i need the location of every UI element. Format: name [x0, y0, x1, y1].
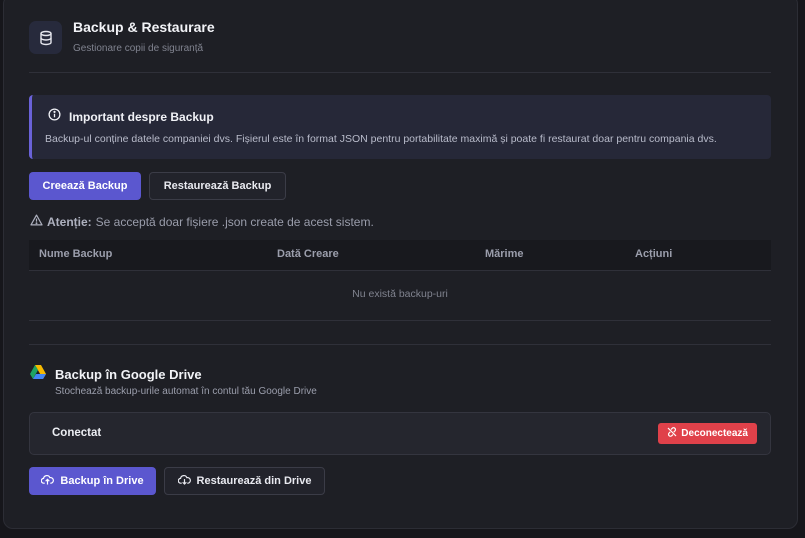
create-backup-label: Creează Backup — [42, 180, 128, 192]
cloud-upload-icon — [41, 474, 55, 488]
info-title: Important despre Backup — [69, 110, 214, 124]
restore-backup-button[interactable]: Restaurează Backup — [149, 172, 286, 200]
column-header-size: Mărime — [485, 248, 524, 260]
google-drive-header: Backup în Google Drive — [29, 364, 202, 385]
column-header-name: Nume Backup — [39, 248, 113, 260]
info-icon — [48, 108, 61, 126]
warning-text: Se acceptă doar fișiere .json create de … — [95, 214, 374, 229]
info-callout: Important despre Backup Backup-ul conțin… — [29, 95, 771, 159]
restore-from-drive-label: Restaurează din Drive — [196, 475, 312, 487]
table-empty-state: Nu există backup-uri — [352, 288, 448, 300]
table-bottom-border — [29, 320, 771, 321]
drive-connection-status: Conectat Deconectează — [29, 412, 771, 455]
restore-backup-label: Restaurează Backup — [163, 180, 272, 192]
disconnect-label: Deconectează — [681, 428, 748, 439]
column-header-actions: Acțiuni — [635, 248, 673, 260]
disconnect-button[interactable]: Deconectează — [658, 423, 757, 444]
header-divider — [29, 72, 771, 73]
cloud-download-icon — [177, 474, 191, 488]
unlink-icon — [667, 427, 677, 440]
create-backup-button[interactable]: Creează Backup — [29, 172, 141, 200]
warning-label: Atenție: — [47, 214, 92, 229]
database-icon — [29, 21, 62, 54]
connection-status-label: Conectat — [52, 427, 102, 439]
file-warning: Atenție: Se acceptă doar fișiere .json c… — [30, 214, 374, 229]
google-drive-title: Backup în Google Drive — [55, 367, 202, 382]
warning-icon — [30, 214, 43, 229]
page-title: Backup & Restaurare — [73, 19, 215, 35]
page-subtitle: Gestionare copii de siguranță — [73, 43, 204, 54]
restore-from-drive-button[interactable]: Restaurează din Drive — [164, 467, 325, 495]
table-header-border — [29, 270, 771, 271]
backup-to-drive-label: Backup în Drive — [60, 475, 144, 487]
column-header-created: Dată Creare — [277, 248, 339, 260]
info-text: Backup-ul conține datele companiei dvs. … — [45, 133, 717, 145]
backup-table-header: Nume Backup Dată Creare Mărime Acțiuni — [29, 240, 771, 270]
google-drive-icon — [29, 364, 47, 385]
backup-to-drive-button[interactable]: Backup în Drive — [29, 467, 156, 495]
section-divider — [29, 344, 771, 345]
google-drive-subtitle: Stochează backup-urile automat în contul… — [55, 386, 317, 397]
